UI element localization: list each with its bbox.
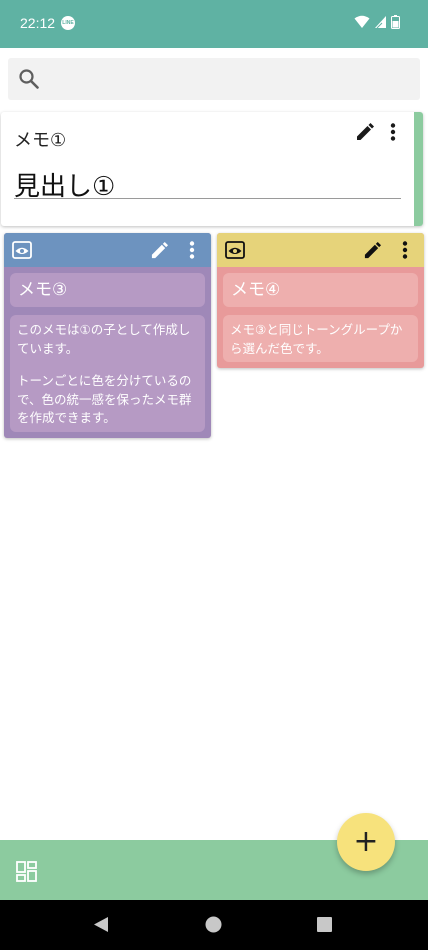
heading-underline [14, 198, 401, 199]
wifi-icon [354, 15, 370, 28]
dashboard-icon [15, 860, 37, 882]
more-vert-icon [189, 241, 195, 259]
edit-button[interactable] [146, 237, 172, 263]
card-header [217, 233, 424, 267]
more-options-button[interactable] [181, 237, 203, 263]
more-vert-icon [402, 241, 408, 259]
system-navigation-bar [0, 900, 428, 950]
eye-icon [225, 241, 245, 259]
more-options-button[interactable] [394, 237, 416, 263]
more-vert-icon [390, 123, 396, 141]
card-paragraph: メモ③と同じトーングループから選んだ色です。 [230, 322, 403, 356]
add-memo-button[interactable]: + [337, 813, 395, 871]
memo-color-stripe [414, 112, 423, 226]
view-button[interactable] [10, 238, 34, 262]
pencil-icon [364, 241, 381, 258]
edit-button[interactable] [351, 118, 379, 146]
edit-button[interactable] [359, 237, 385, 263]
more-options-button[interactable] [381, 118, 405, 146]
card-header [4, 233, 211, 267]
layout-toggle-button[interactable] [12, 858, 40, 884]
search-icon[interactable] [19, 69, 39, 89]
card-paragraph: トーンごとに色を分けているので、色の統一感を保ったメモ群を作成できます。 [17, 373, 192, 425]
view-button[interactable] [223, 238, 247, 262]
search-input[interactable] [48, 64, 412, 96]
status-time: 22:12 [20, 15, 56, 31]
card-title: メモ③ [10, 273, 205, 307]
status-bar: 22:12 LINE [0, 0, 428, 48]
signal-icon [375, 16, 386, 29]
memo-card-3[interactable]: メモ③ このメモは①の子として作成しています。 トーンごとに色を分けているので、… [4, 233, 211, 438]
card-body: メモ③と同じトーングループから選んだ色です。 [223, 315, 418, 362]
card-body: このメモは①の子として作成しています。 トーンごとに色を分けているので、色の統一… [10, 315, 205, 432]
battery-icon [391, 15, 400, 29]
recents-icon[interactable] [317, 917, 332, 932]
plus-icon: + [353, 824, 379, 859]
card-title: メモ④ [223, 273, 418, 307]
eye-icon [12, 241, 32, 259]
pencil-icon [357, 123, 374, 140]
home-icon[interactable] [205, 916, 222, 933]
back-icon[interactable] [93, 916, 109, 933]
memo-title: メモ① [14, 130, 67, 151]
memo-card-4[interactable]: メモ④ メモ③と同じトーングループから選んだ色です。 [217, 233, 424, 368]
search-bar[interactable] [8, 58, 420, 100]
memo-card-parent[interactable]: メモ① 見出し① [1, 112, 423, 226]
card-paragraph: このメモは①の子として作成しています。 [17, 322, 191, 356]
pencil-icon [151, 241, 168, 258]
line-icon: LINE [61, 16, 75, 30]
